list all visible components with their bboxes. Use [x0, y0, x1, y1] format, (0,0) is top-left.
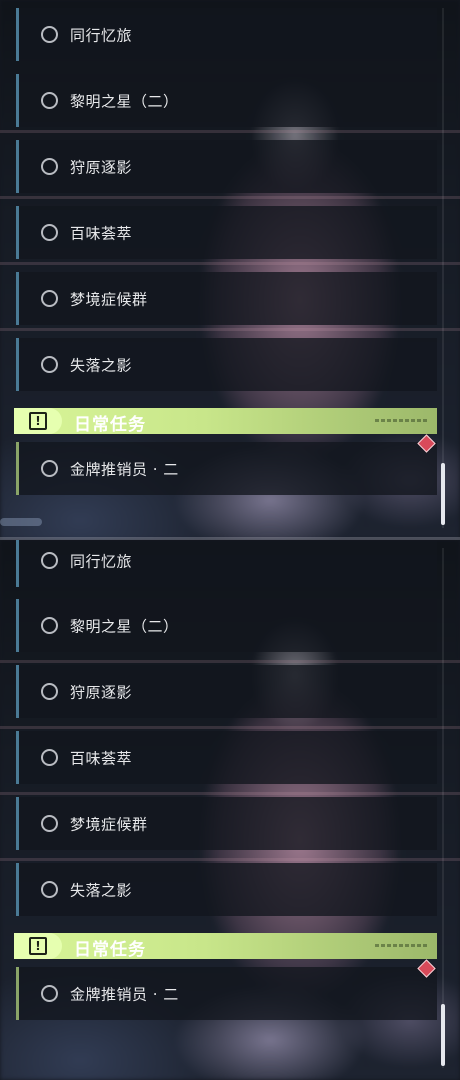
background-stripe: [0, 726, 460, 729]
circle-icon: [41, 459, 58, 477]
background-stripe: [0, 660, 460, 663]
circle-icon: [41, 880, 58, 898]
circle-icon: [41, 355, 58, 373]
circle-icon: [41, 157, 58, 175]
scrollbar-track[interactable]: [441, 548, 445, 1068]
quest-label: 金牌推销员 · 二: [70, 985, 179, 1003]
quest-label: 梦境症候群: [70, 290, 148, 308]
header-title: 日常任务: [74, 415, 146, 435]
quest-item[interactable]: 狩原逐影: [16, 140, 437, 193]
daily-quests-header[interactable]: ! 日常任务: [14, 408, 437, 435]
circle-icon: [41, 289, 58, 307]
daily-quest-item[interactable]: 金牌推销员 · 二: [16, 967, 437, 1020]
background-stripe: [0, 328, 460, 331]
quest-label: 失落之影: [70, 881, 133, 899]
background-glow: [0, 518, 42, 526]
background-stripe: [0, 262, 460, 265]
quest-label: 失落之影: [70, 356, 133, 374]
daily-quest-item[interactable]: 金牌推销员 · 二: [16, 442, 437, 495]
circle-icon: [41, 984, 58, 1002]
circle-icon: [41, 25, 58, 43]
quest-item[interactable]: 失落之影: [16, 338, 437, 391]
circle-icon: [41, 551, 58, 569]
circle-icon: [41, 814, 58, 832]
quest-item[interactable]: 百味荟萃: [16, 731, 437, 784]
quest-label: 黎明之星（二）: [70, 92, 179, 110]
quest-item[interactable]: 同行忆旅: [16, 8, 437, 61]
header-icon-badge: !: [14, 408, 62, 434]
quest-label: 狩原逐影: [70, 158, 133, 176]
scrollbar-thumb[interactable]: [441, 1004, 445, 1066]
quest-item[interactable]: 同行忆旅: [16, 540, 437, 587]
header-decoration: [375, 944, 427, 947]
quest-label: 金牌推销员 · 二: [70, 460, 179, 478]
exclamation-icon: !: [29, 412, 47, 430]
quest-item[interactable]: 黎明之星（二）: [16, 599, 437, 652]
exclamation-icon: !: [29, 937, 47, 955]
circle-icon: [41, 223, 58, 241]
quest-item[interactable]: 百味荟萃: [16, 206, 437, 259]
quest-label: 百味荟萃: [70, 224, 133, 242]
quest-label: 梦境症候群: [70, 815, 148, 833]
header-decoration: [375, 419, 427, 422]
background-stripe: [0, 196, 460, 199]
circle-icon: [41, 616, 58, 634]
circle-icon: [41, 91, 58, 109]
quest-label: 狩原逐影: [70, 683, 133, 701]
background-stripe: [0, 792, 460, 795]
quest-label: 百味荟萃: [70, 749, 133, 767]
scrollbar-track[interactable]: [441, 8, 445, 528]
background-stripe: [0, 130, 460, 133]
header-title: 日常任务: [74, 940, 146, 960]
header-icon-badge: !: [14, 933, 62, 959]
circle-icon: [41, 682, 58, 700]
scrollbar-thumb[interactable]: [441, 463, 445, 525]
circle-icon: [41, 748, 58, 766]
quest-label: 同行忆旅: [70, 552, 133, 570]
quest-item[interactable]: 狩原逐影: [16, 665, 437, 718]
quest-panel-1: 同行忆旅 黎明之星（二） 狩原逐影 百味荟萃 梦境症候群 失落之影 金牌推销员 …: [0, 0, 460, 540]
background-stripe: [0, 858, 460, 861]
quest-item[interactable]: 黎明之星（二）: [16, 74, 437, 127]
quest-label: 同行忆旅: [70, 26, 133, 44]
quest-item[interactable]: 梦境症候群: [16, 797, 437, 850]
quest-item[interactable]: 失落之影: [16, 863, 437, 916]
quest-item[interactable]: 梦境症候群: [16, 272, 437, 325]
quest-label: 黎明之星（二）: [70, 617, 179, 635]
daily-quests-header[interactable]: ! 日常任务: [14, 933, 437, 960]
quest-panel-2: 同行忆旅 黎明之星（二） 狩原逐影 百味荟萃 梦境症候群 失落之影 金牌推销员 …: [0, 540, 460, 1080]
